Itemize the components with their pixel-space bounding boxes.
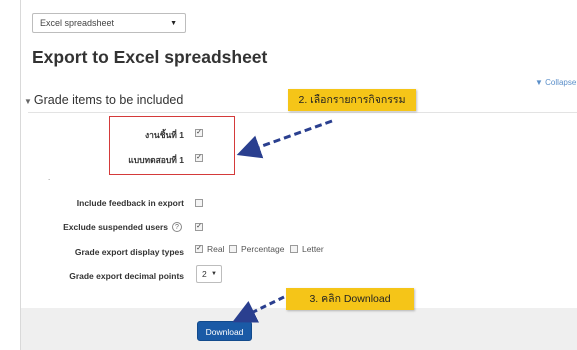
checkbox-checked-icon: ✓ (196, 223, 202, 230)
checkbox-checked-icon: ✓ (196, 245, 202, 252)
section-header-grade-items[interactable]: ▼ Grade items to be included (24, 93, 183, 107)
section-title: Grade items to be included (33, 93, 184, 107)
collapse-triangle-icon: ▼ (24, 97, 32, 106)
help-icon[interactable]: ? (172, 222, 182, 232)
collapse-all-link[interactable]: ▼ Collapse (535, 78, 576, 87)
display-type-percentage-checkbox[interactable] (229, 245, 237, 253)
section-divider (28, 112, 577, 113)
collapse-all-label: Collapse (545, 78, 577, 87)
grade-item-label: แบบทดสอบที่ 1 (128, 155, 184, 165)
export-format-select[interactable]: Excel spreadsheet ▼ (32, 13, 186, 33)
annotation-step-2: 2. เลือกรายการกิจกรรม (288, 89, 416, 111)
include-feedback-label: Include feedback in export (76, 198, 184, 208)
grade-item-checkbox[interactable]: ✓ (195, 129, 203, 137)
form-footer (21, 308, 577, 350)
decimal-points-select[interactable]: 2 ▼ (196, 265, 222, 283)
display-type-real-label: Real (207, 244, 225, 254)
exclude-suspended-label: Exclude suspended users (63, 222, 168, 232)
display-types-label: Grade export display types (74, 247, 184, 257)
display-type-real-checkbox[interactable]: ✓ (195, 245, 203, 253)
exclude-suspended-checkbox[interactable]: ✓ (195, 223, 203, 231)
display-type-percentage-label: Percentage (241, 244, 285, 254)
chevron-down-icon: ▼ (211, 271, 217, 277)
display-type-letter-label: Letter (302, 244, 324, 254)
page-title: Export to Excel spreadsheet (32, 47, 268, 67)
include-feedback-checkbox[interactable] (195, 199, 203, 207)
chevron-down-icon: ▼ (170, 20, 177, 27)
collapse-triangle-icon: ▼ (535, 78, 543, 87)
decimal-points-value: 2 (202, 269, 207, 279)
separator-dot: . (48, 173, 51, 182)
checkbox-checked-icon: ✓ (196, 154, 202, 161)
annotation-step-3: 3. คลิก Download (286, 288, 414, 310)
download-button[interactable]: Download (197, 321, 252, 341)
grade-item-label: งานชิ้นที่ 1 (144, 130, 184, 140)
display-type-letter-checkbox[interactable] (290, 245, 298, 253)
checkbox-checked-icon: ✓ (196, 129, 202, 136)
grade-item-checkbox[interactable]: ✓ (195, 154, 203, 162)
export-format-value: Excel spreadsheet (40, 18, 115, 28)
decimal-points-label: Grade export decimal points (69, 271, 184, 281)
